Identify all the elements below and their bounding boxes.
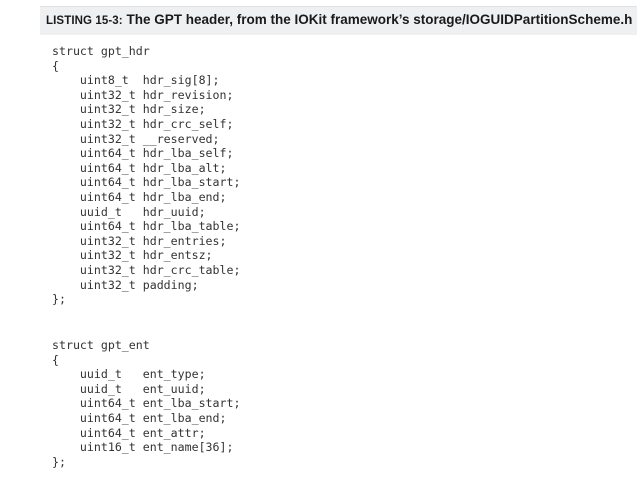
code-line: uint32_t hdr_crc_table; — [52, 262, 241, 277]
code-block-gpt-hdr: struct gpt_hdr{ uint8_t hdr_sig[8]; uint… — [52, 44, 240, 307]
listing-label: LISTING 15-3: — [46, 15, 123, 27]
code-line: uint32_t __reserved; — [52, 131, 220, 146]
code-line: uuid_t ent_uuid; — [52, 381, 206, 396]
code-line: uint64_t ent_lba_end; — [52, 410, 227, 425]
code-line: uint64_t hdr_lba_start; — [52, 175, 241, 190]
code-line: { — [52, 58, 59, 73]
code-line: uint32_t hdr_entries; — [52, 233, 227, 248]
code-line: uint64_t hdr_lba_end; — [52, 189, 227, 204]
listing-caption: The GPT header, from the IOKit framework… — [126, 12, 633, 27]
code-line: uint32_t hdr_revision; — [52, 87, 234, 102]
code-line: struct gpt_ent — [52, 338, 150, 352]
code-line: uint64_t hdr_lba_alt; — [52, 160, 227, 175]
code-line: }; — [52, 292, 66, 307]
code-line: uint64_t hdr_lba_self; — [52, 146, 234, 161]
code-line: uint16_t ent_name[36]; — [52, 440, 234, 455]
code-line: uint64_t hdr_lba_table; — [52, 219, 241, 234]
code-line: struct gpt_hdr — [52, 44, 150, 58]
code-line: }; — [52, 454, 66, 469]
code-line: uint32_t hdr_entsz; — [52, 248, 213, 263]
code-line: uuid_t ent_type; — [52, 367, 206, 382]
listing-title: LISTING 15-3: The GPT header, from the I… — [46, 12, 632, 27]
code-line: uint32_t hdr_size; — [52, 102, 206, 117]
code-line: { — [52, 352, 59, 367]
code-line: uint32_t padding; — [52, 277, 199, 292]
code-line: uint64_t ent_lba_start; — [52, 396, 241, 411]
code-line: uint8_t hdr_sig[8]; — [52, 73, 220, 88]
code-line: uuid_t hdr_uuid; — [52, 204, 206, 219]
code-line: uint64_t ent_attr; — [52, 425, 206, 440]
code-line: uint32_t hdr_crc_self; — [52, 116, 234, 131]
code-block-gpt-ent: struct gpt_ent{ uuid_t ent_type; uuid_t … — [52, 338, 240, 469]
